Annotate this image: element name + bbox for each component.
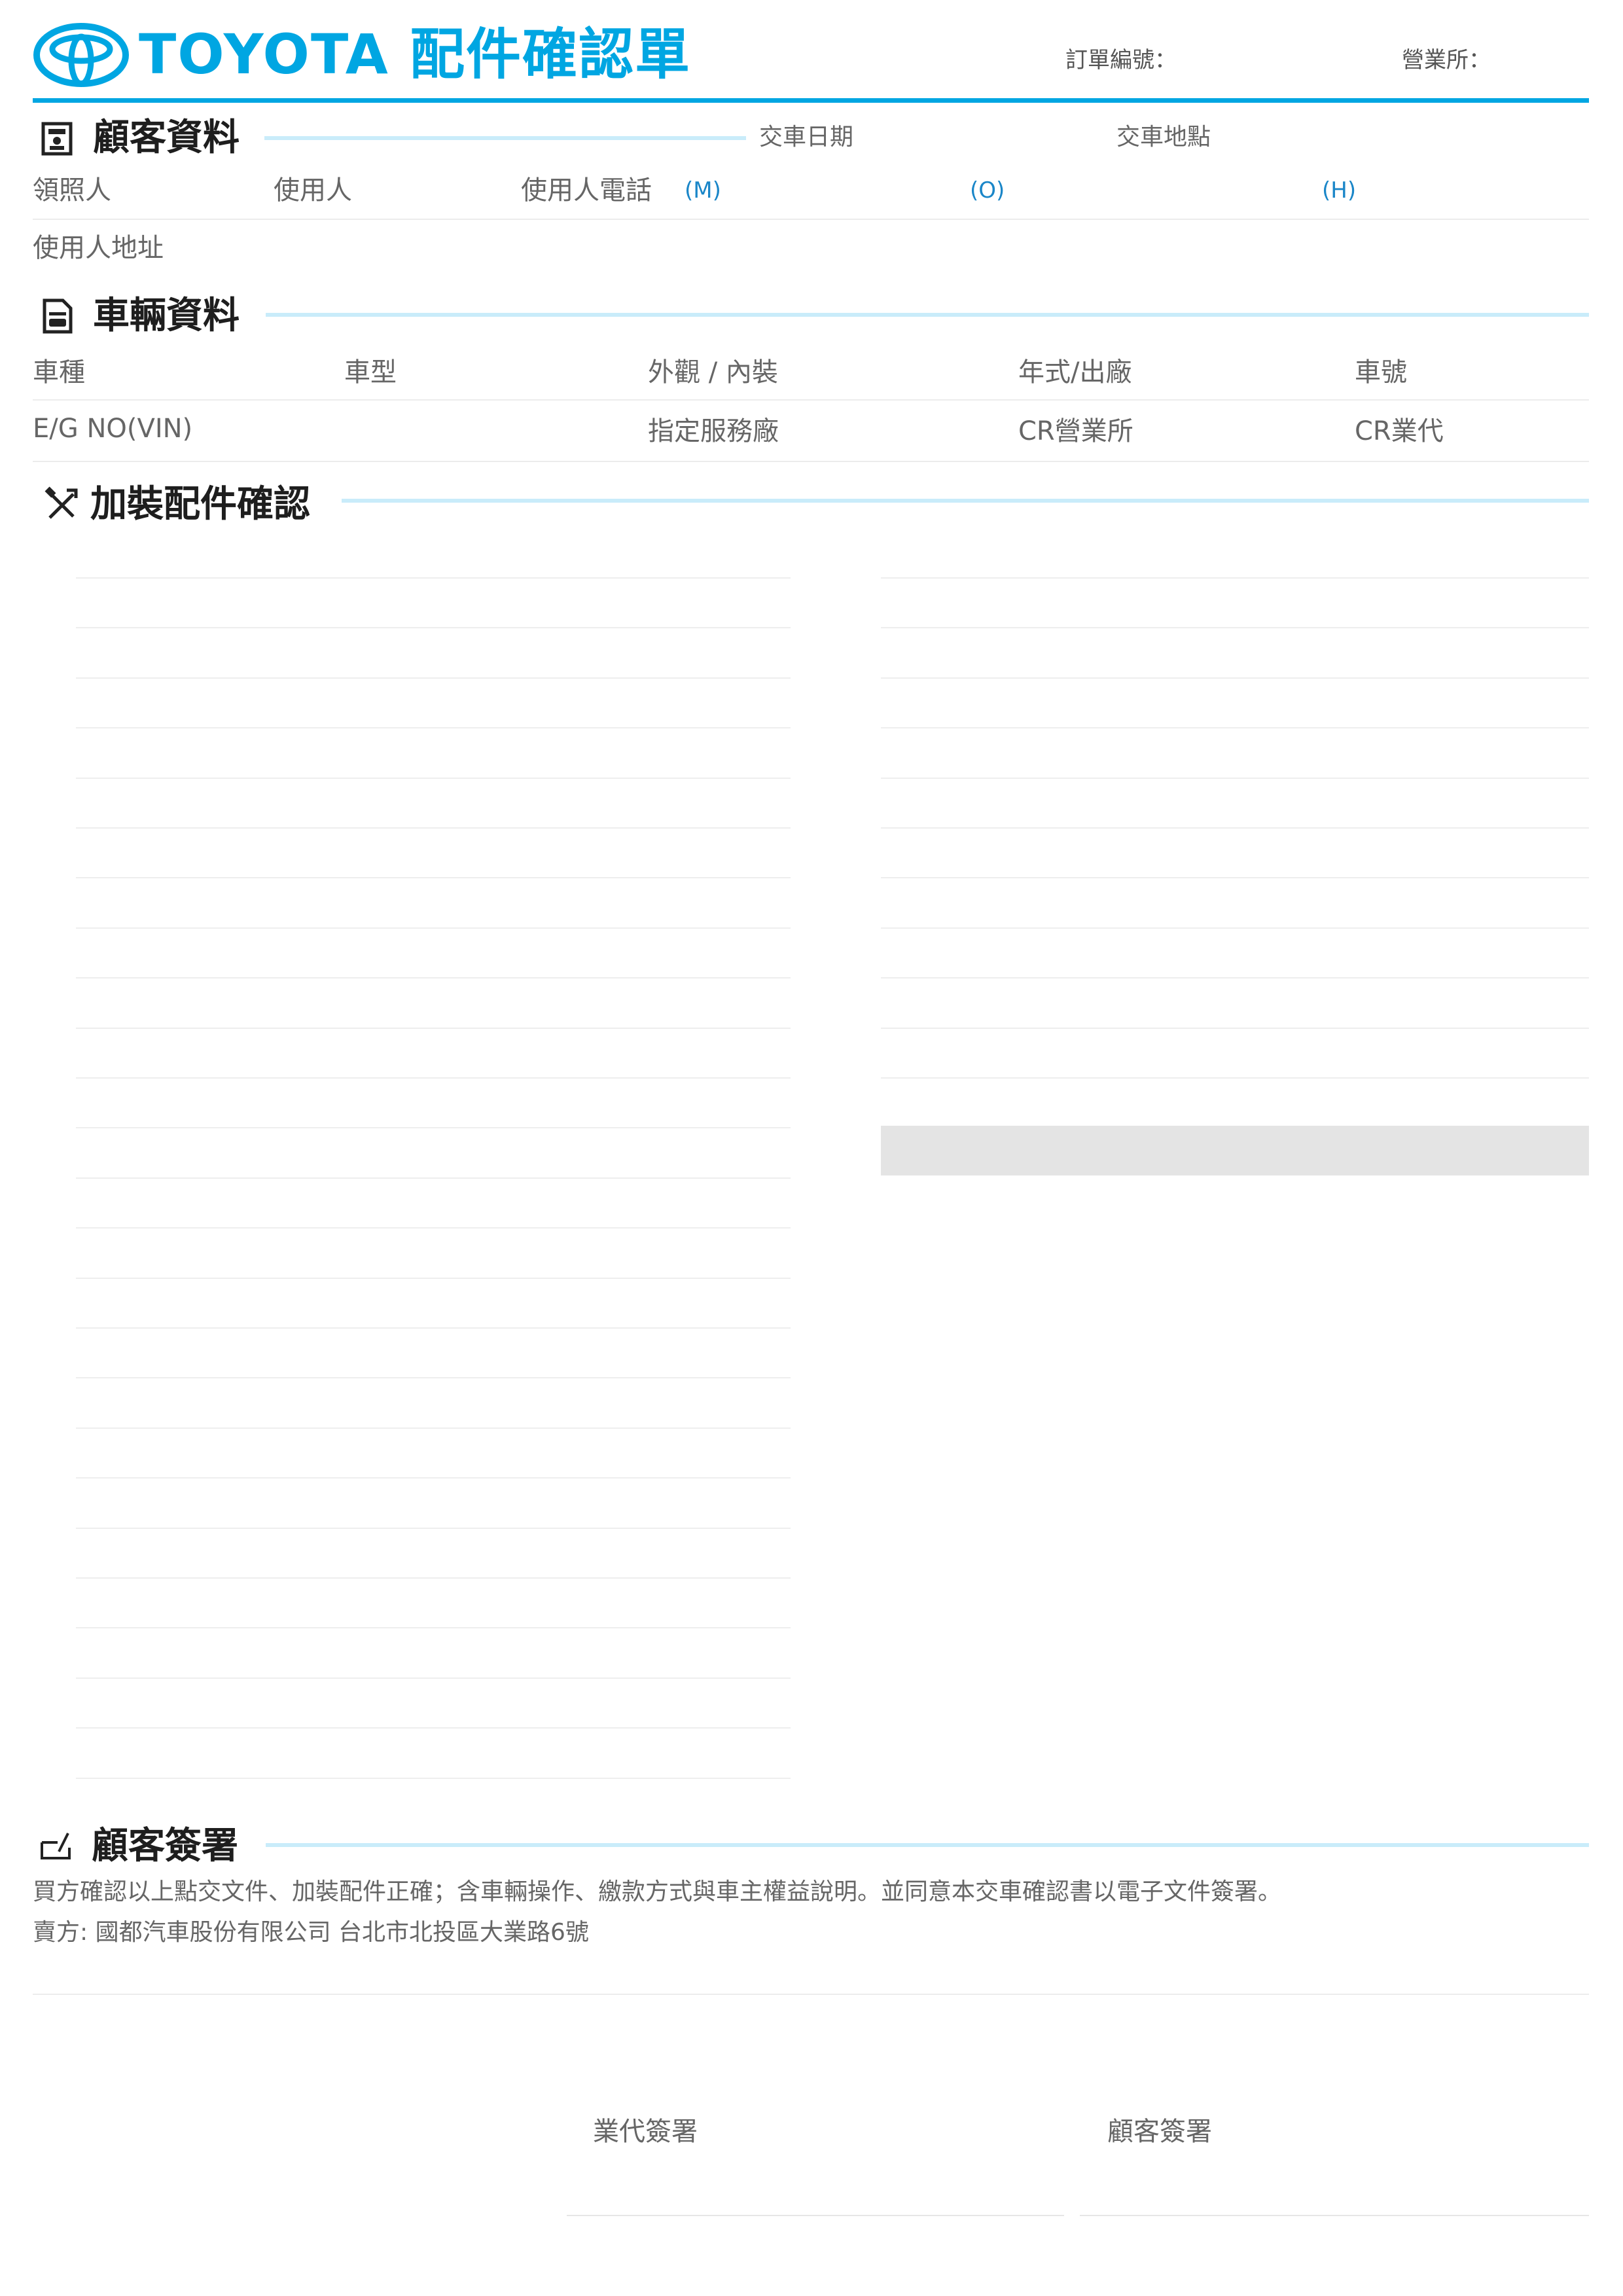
id-card-icon xyxy=(41,122,73,156)
signature-section-heading: 顧客簽署 xyxy=(38,1823,238,1869)
licensee-label: 領照人 xyxy=(33,175,111,206)
accessory-entry-line[interactable] xyxy=(881,877,1589,878)
delivery-date-label: 交車日期 xyxy=(759,124,854,151)
accessory-entry-line[interactable] xyxy=(881,977,1589,978)
customer-signature-label: 顧客簽署 xyxy=(1107,2117,1212,2147)
plate-number-label: 車號 xyxy=(1355,357,1407,387)
buyer-statement: 買方確認以上點交文件、加裝配件正確；含車輛操作、繳款方式與車主權益說明。並同意本… xyxy=(33,1878,1282,1905)
row-divider xyxy=(33,399,1589,401)
accessory-entry-line[interactable] xyxy=(76,1278,791,1279)
accessory-entry-line[interactable] xyxy=(881,927,1589,929)
accessory-entry-line[interactable] xyxy=(881,627,1589,628)
vehicle-section-heading: 車輛資料 xyxy=(39,293,240,339)
user-phone-label: 使用人電話 xyxy=(521,175,652,206)
vehicle-section-line xyxy=(266,313,1589,317)
accessory-entry-line[interactable] xyxy=(76,677,791,679)
accessory-entry-line[interactable] xyxy=(76,877,791,878)
customer-section-heading: 顧客資料 xyxy=(39,115,240,161)
document-car-icon xyxy=(43,298,73,334)
service-plant-label: 指定服務廠 xyxy=(648,416,779,446)
accessory-entry-line[interactable] xyxy=(76,1477,791,1479)
shaded-block xyxy=(881,1126,1589,1175)
sign-icon xyxy=(41,1833,71,1859)
accessories-section-title: 加裝配件確認 xyxy=(90,483,310,526)
seller-info: 賣方: 國都汽車股份有限公司 台北市北投區大業路6號 xyxy=(33,1919,589,1946)
accessory-entry-line[interactable] xyxy=(881,827,1589,829)
agent-signature-line[interactable] xyxy=(567,2215,1064,2216)
accessory-entry-line[interactable] xyxy=(76,727,791,728)
accessory-entry-line[interactable] xyxy=(881,778,1589,779)
accessory-entry-line[interactable] xyxy=(76,927,791,929)
accessory-entry-line[interactable] xyxy=(76,1227,791,1229)
accessory-entry-line[interactable] xyxy=(76,1427,791,1429)
accessory-entry-line[interactable] xyxy=(76,977,791,978)
accessory-entry-line[interactable] xyxy=(881,677,1589,679)
accessory-entry-line[interactable] xyxy=(76,1327,791,1329)
row-divider xyxy=(33,461,1589,462)
accessory-entry-line[interactable] xyxy=(76,1577,791,1579)
customer-signature-line[interactable] xyxy=(1080,2215,1589,2216)
phone-mobile-label: (M) xyxy=(685,177,721,204)
customer-section-line xyxy=(264,136,746,140)
accessory-entry-line[interactable] xyxy=(881,727,1589,728)
accessory-entry-line[interactable] xyxy=(881,1077,1589,1079)
cr-office-label: CR營業所 xyxy=(1018,416,1133,446)
accessory-entry-line[interactable] xyxy=(76,827,791,829)
sales-office-label: 營業所： xyxy=(1402,47,1491,73)
engine-vin-label: E/G NO(VIN) xyxy=(33,414,193,444)
form-title: 配件確認單 xyxy=(410,22,692,86)
accessory-entry-line[interactable] xyxy=(76,1028,791,1029)
toyota-logo-icon xyxy=(33,23,129,87)
accessory-entry-line[interactable] xyxy=(76,1528,791,1529)
cr-agent-label: CR業代 xyxy=(1355,416,1444,446)
header-divider xyxy=(33,98,1589,103)
signature-section-line xyxy=(266,1843,1589,1847)
accessories-section-line xyxy=(342,499,1589,503)
year-factory-label: 年式/出廠 xyxy=(1018,357,1132,387)
order-number-label: 訂單編號： xyxy=(1065,47,1177,73)
signature-section-title: 顧客簽署 xyxy=(92,1825,238,1867)
row-divider xyxy=(33,1994,1589,1995)
accessory-entry-line[interactable] xyxy=(76,577,791,579)
user-label: 使用人 xyxy=(274,175,352,206)
accessory-entry-line[interactable] xyxy=(76,1127,791,1128)
delivery-place-label: 交車地點 xyxy=(1116,124,1211,151)
accessory-entry-line[interactable] xyxy=(76,778,791,779)
accessory-entry-line[interactable] xyxy=(881,1028,1589,1029)
brand-name: TOYOTA xyxy=(139,22,389,86)
accessory-entry-line[interactable] xyxy=(76,1377,791,1378)
agent-signature-label: 業代簽署 xyxy=(593,2117,698,2147)
phone-home-label: (H) xyxy=(1322,177,1357,204)
car-kind-label: 車種 xyxy=(33,357,85,387)
accessory-entry-line[interactable] xyxy=(76,1077,791,1079)
phone-office-label: (O) xyxy=(970,177,1005,204)
accessory-entry-line[interactable] xyxy=(76,627,791,628)
customer-section-title: 顧客資料 xyxy=(93,117,240,159)
accessory-entry-line[interactable] xyxy=(76,1677,791,1679)
accessory-entry-line[interactable] xyxy=(76,1727,791,1729)
document-title: TOYOTA 配件確認單 xyxy=(139,18,691,90)
user-address-label: 使用人地址 xyxy=(33,233,164,263)
accessory-entry-line[interactable] xyxy=(76,1177,791,1179)
row-divider xyxy=(33,219,1589,220)
vehicle-section-title: 車輛資料 xyxy=(93,295,240,337)
tools-icon xyxy=(45,486,78,519)
accessory-entry-line[interactable] xyxy=(881,577,1589,579)
car-model-label: 車型 xyxy=(344,357,397,387)
exterior-interior-label: 外觀 / 內裝 xyxy=(648,357,778,387)
accessory-entry-line[interactable] xyxy=(76,1778,791,1779)
accessory-entry-line[interactable] xyxy=(76,1627,791,1628)
accessories-section-heading: 加裝配件確認 xyxy=(43,482,310,528)
